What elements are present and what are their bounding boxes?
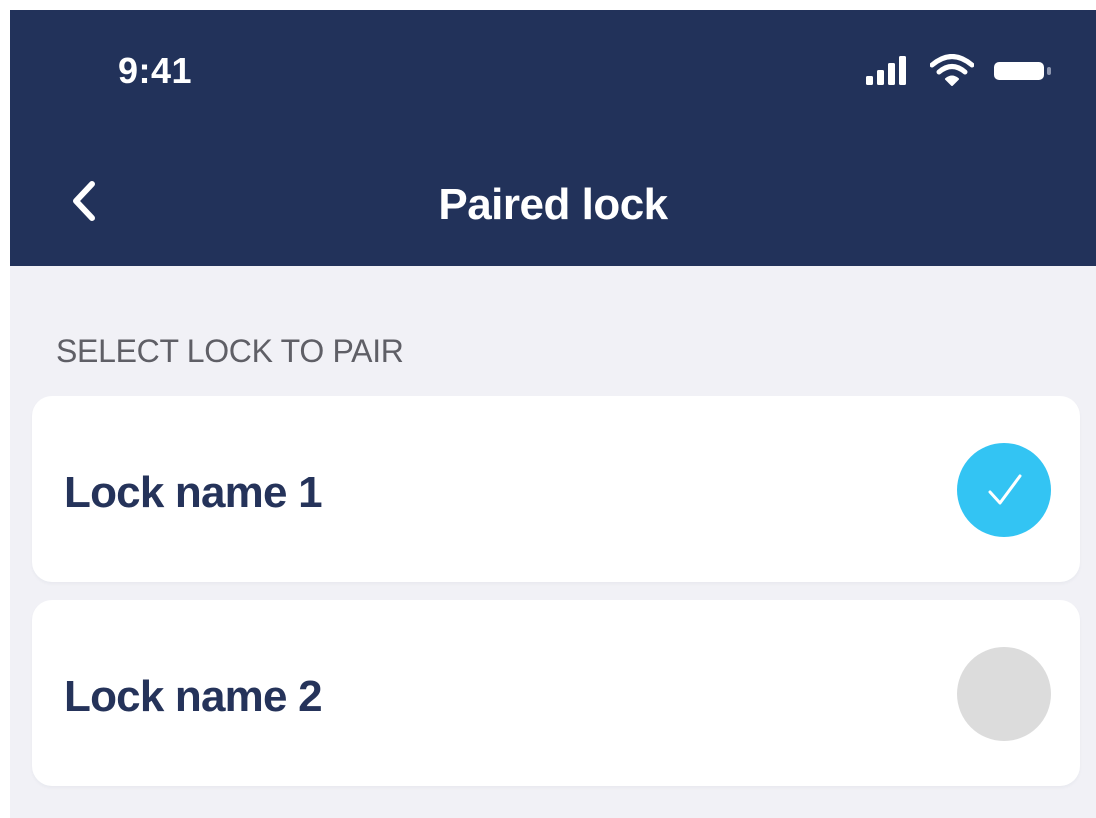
app-header: 9:41 Paired lock	[10, 10, 1096, 266]
checkmark-icon	[988, 474, 1022, 505]
status-time: 9:41	[118, 50, 193, 91]
lock-1-radio-checked[interactable]	[957, 443, 1051, 537]
wifi-icon	[930, 54, 974, 86]
phone-screen: 9:41 Paired lock SELECT LOCK TO PAIR Loc…	[10, 10, 1096, 818]
lock-2-radio-unchecked[interactable]	[957, 647, 1051, 741]
battery-icon	[994, 62, 1051, 80]
lock-name-label: Lock name 1	[64, 468, 323, 517]
cellular-signal-icon	[866, 56, 906, 85]
lock-item-2[interactable]: Lock name 2	[32, 600, 1080, 786]
page-title: Paired lock	[438, 180, 668, 229]
section-header: SELECT LOCK TO PAIR	[56, 333, 404, 369]
lock-item-1[interactable]: Lock name 1	[32, 396, 1080, 582]
status-icons	[866, 54, 1066, 86]
lock-name-label: Lock name 2	[64, 672, 323, 721]
